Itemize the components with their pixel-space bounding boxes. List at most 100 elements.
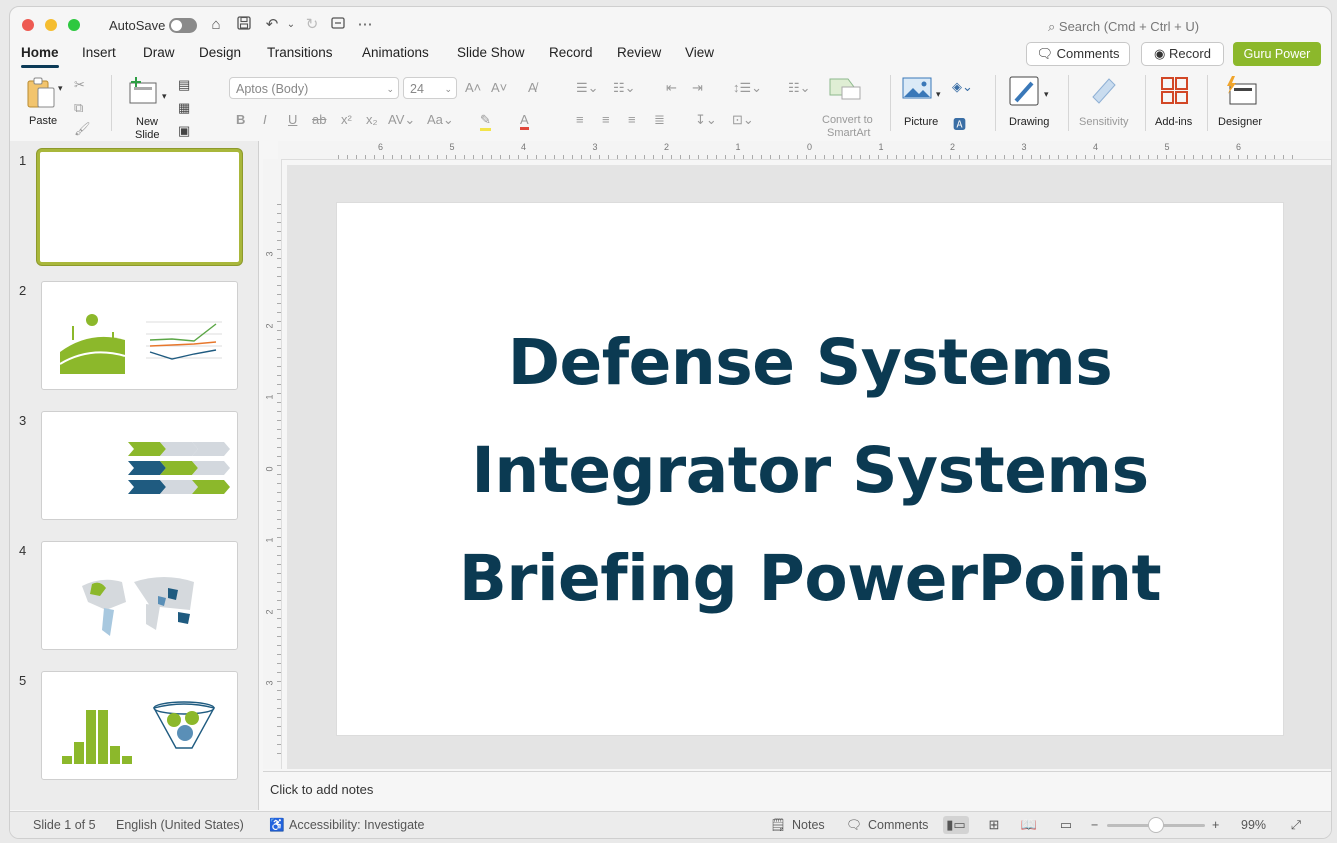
guru-power-button[interactable]: Guru Power: [1233, 42, 1321, 66]
zoom-slider-handle[interactable]: [1148, 817, 1164, 833]
cut-icon[interactable]: ✂: [74, 77, 85, 93]
change-case-icon[interactable]: Aa⌄: [427, 112, 454, 128]
undo-icon[interactable]: ↶: [262, 15, 282, 35]
reading-view-button[interactable]: 📖: [1016, 816, 1042, 834]
language-status[interactable]: English (United States): [116, 818, 244, 832]
tab-design[interactable]: Design: [199, 45, 241, 60]
ruler-tick: [277, 267, 281, 268]
current-slide[interactable]: Defense Systems Integrator Systems Brief…: [336, 202, 1284, 736]
tab-view[interactable]: View: [685, 45, 714, 60]
zoom-out-button[interactable]: −: [1091, 818, 1098, 832]
italic-icon[interactable]: I: [263, 112, 267, 127]
text-direction-icon[interactable]: ↧⌄: [695, 112, 717, 128]
home-icon[interactable]: ⌂: [206, 15, 226, 35]
comments-button[interactable]: 🗨 Comments: [1026, 42, 1130, 66]
slide-thumbnail-2[interactable]: [41, 281, 238, 390]
notes-pane[interactable]: Click to add notes: [263, 771, 1331, 810]
record-button[interactable]: ◉ Record: [1141, 42, 1224, 66]
tab-insert[interactable]: Insert: [82, 45, 116, 60]
slide-title[interactable]: Defense Systems Integrator Systems Brief…: [337, 309, 1283, 633]
normal-view-button[interactable]: ▮▭: [943, 816, 969, 834]
tab-animations[interactable]: Animations: [362, 45, 429, 60]
align-center-icon[interactable]: ≡: [602, 112, 610, 127]
new-slide-dropdown-icon[interactable]: ▾: [162, 91, 167, 102]
slide-sorter-button[interactable]: ⊞: [981, 816, 1007, 834]
comments-icon[interactable]: 🗨: [846, 818, 862, 833]
customize-icon[interactable]: [328, 15, 348, 35]
decrease-indent-icon[interactable]: ⇤: [666, 80, 677, 96]
notes-icon[interactable]: 🗒: [770, 818, 786, 833]
tab-slide-show[interactable]: Slide Show: [457, 45, 525, 60]
ruler-tick: [277, 285, 281, 286]
zoom-in-button[interactable]: +: [1212, 818, 1219, 832]
ruler-tick: [277, 438, 281, 439]
slide-thumbnail-3[interactable]: [41, 411, 238, 520]
highlight-icon[interactable]: ✎: [480, 112, 491, 131]
save-icon[interactable]: [234, 15, 254, 35]
text-box-icon[interactable]: 🅰: [953, 114, 966, 133]
maximize-window-button[interactable]: [68, 19, 80, 31]
increase-font-icon[interactable]: A˄: [465, 80, 481, 95]
bold-icon[interactable]: B: [236, 112, 245, 127]
tab-transitions[interactable]: Transitions: [267, 45, 333, 60]
reset-icon[interactable]: ▦: [178, 100, 190, 116]
font-color-icon[interactable]: A: [520, 112, 529, 130]
more-icon[interactable]: ⋯: [355, 15, 375, 35]
autosave-toggle[interactable]: [169, 18, 197, 33]
tab-home[interactable]: Home: [21, 45, 59, 68]
bullets-icon[interactable]: ☰⌄: [576, 80, 599, 96]
picture-dropdown-icon[interactable]: ▾: [936, 89, 941, 100]
accessibility-icon[interactable]: ♿: [269, 818, 285, 833]
superscript-icon[interactable]: x²: [341, 112, 352, 127]
numbering-icon[interactable]: ☷⌄: [613, 80, 636, 96]
comments-toggle[interactable]: Comments: [868, 818, 928, 832]
align-right-icon[interactable]: ≡: [628, 112, 636, 127]
minimize-window-button[interactable]: [45, 19, 57, 31]
ruler-tick: [743, 155, 744, 159]
shapes-icon[interactable]: ◈⌄: [952, 79, 973, 95]
strikethrough-icon[interactable]: ab: [312, 112, 326, 127]
notes-toggle[interactable]: Notes: [792, 818, 825, 832]
paste-button[interactable]: Paste: [23, 74, 67, 127]
font-family-select[interactable]: Aptos (Body) ⌄: [229, 77, 399, 99]
align-text-icon[interactable]: ⊡⌄: [732, 112, 754, 128]
font-size-select[interactable]: 24 ⌄: [403, 77, 457, 99]
search-field[interactable]: ⌕ Search (Cmd + Ctrl + U): [1048, 19, 1199, 35]
slide-thumbnail-5[interactable]: [41, 671, 238, 780]
format-painter-icon[interactable]: 🖌: [74, 121, 91, 137]
character-spacing-icon[interactable]: AV⌄: [388, 112, 415, 128]
columns-icon[interactable]: ☷⌄: [788, 80, 811, 96]
paste-dropdown-icon[interactable]: ▾: [58, 83, 63, 94]
decrease-font-icon[interactable]: A˅: [491, 80, 507, 95]
drawing-dropdown-icon[interactable]: ▾: [1044, 89, 1049, 100]
justify-icon[interactable]: ≣: [654, 112, 665, 128]
tab-draw[interactable]: Draw: [143, 45, 175, 60]
picture-button[interactable]: Picture: [898, 74, 948, 132]
add-ins-button[interactable]: Add-ins: [1150, 74, 1200, 132]
line-spacing-icon[interactable]: ↕☰⌄: [733, 80, 762, 96]
sensitivity-button[interactable]: Sensitivity: [1073, 74, 1139, 132]
slide-thumbnail-1[interactable]: [37, 149, 242, 265]
increase-indent-icon[interactable]: ⇥: [692, 80, 703, 96]
align-left-icon[interactable]: ≡: [576, 112, 584, 127]
redo-icon[interactable]: ↻: [302, 15, 322, 35]
tab-record[interactable]: Record: [549, 45, 593, 60]
convert-smartart-button[interactable]: Convert to SmartArt: [816, 73, 886, 139]
designer-button[interactable]: Designer: [1213, 74, 1271, 132]
section-icon[interactable]: ▣: [178, 123, 190, 139]
underline-icon[interactable]: U: [288, 112, 297, 127]
undo-dropdown-icon[interactable]: ⌄: [281, 15, 301, 35]
layout-icon[interactable]: ▤: [178, 77, 190, 93]
copy-icon[interactable]: ⧉: [74, 100, 83, 116]
zoom-level[interactable]: 99%: [1241, 818, 1266, 832]
new-slide-button[interactable]: New Slide: [122, 74, 172, 141]
clear-format-icon[interactable]: A̸: [528, 80, 537, 95]
subscript-icon[interactable]: x₂: [366, 112, 378, 127]
tab-review[interactable]: Review: [617, 45, 661, 60]
slide-thumbnail-4[interactable]: [41, 541, 238, 650]
drawing-button[interactable]: Drawing: [1004, 74, 1056, 132]
fit-to-window-icon[interactable]: ⤢: [1291, 818, 1301, 833]
accessibility-status[interactable]: Accessibility: Investigate: [289, 818, 424, 832]
slide-show-button[interactable]: ▭: [1053, 816, 1079, 834]
close-window-button[interactable]: [22, 19, 34, 31]
